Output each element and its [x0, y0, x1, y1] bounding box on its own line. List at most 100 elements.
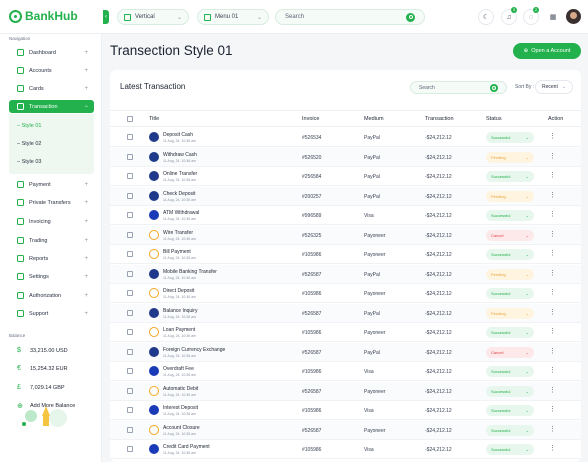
chevron-down-icon: ⌄ [525, 135, 529, 140]
user-avatar[interactable] [566, 9, 581, 24]
more-actions-icon[interactable]: ⋮ [549, 192, 556, 199]
col-action: Action [548, 116, 564, 122]
sort-select[interactable]: Recent ⌄ [535, 80, 573, 94]
status-select[interactable]: Cancel ⌄ [486, 346, 534, 358]
transaction-title: Interest Deposit [163, 405, 199, 411]
row-checkbox[interactable] [127, 212, 133, 218]
top-search-placeholder: Search [285, 14, 305, 20]
row-checkbox[interactable] [127, 387, 133, 394]
more-actions-icon[interactable]: ⋮ [549, 211, 556, 218]
menu-select[interactable]: Menu 01 ⌄ [197, 9, 269, 25]
sidebar-item-cards[interactable]: Cards + [9, 82, 94, 95]
row-checkbox[interactable] [127, 329, 133, 335]
status-select[interactable]: Successful ⌄ [486, 405, 534, 416]
search-button[interactable] [490, 83, 498, 92]
sidebar-collapse-button[interactable]: ‹ [103, 10, 109, 24]
transaction-amount: -$24,212.12 [425, 135, 452, 141]
sidebar-item-support[interactable]: Support + [9, 307, 94, 320]
euro-icon: € [17, 365, 21, 372]
row-checkbox[interactable] [127, 368, 133, 374]
status-select[interactable]: Pending ⌄ [486, 268, 534, 280]
status-select[interactable]: Successful ⌄ [486, 366, 534, 377]
more-actions-icon[interactable]: ⋮ [549, 426, 556, 433]
more-actions-icon[interactable]: ⋮ [549, 250, 556, 257]
status-select[interactable]: Successful ⌄ [486, 327, 534, 338]
more-actions-icon[interactable]: ⋮ [549, 309, 556, 316]
row-checkbox[interactable] [127, 231, 133, 238]
status-value: Pending [491, 310, 506, 316]
status-select[interactable]: Successful ⌄ [486, 424, 534, 436]
sidebar-item-dashboard[interactable]: Dashboard + [9, 46, 94, 59]
more-actions-icon[interactable]: ⋮ [549, 406, 556, 413]
status-select[interactable]: Successful ⌄ [486, 249, 534, 260]
sidebar-item-settings[interactable]: Settings + [9, 270, 94, 283]
invoice-number: #105986 [302, 369, 322, 375]
status-select[interactable]: Cancel ⌄ [486, 229, 534, 241]
select-all-checkbox[interactable] [127, 116, 133, 122]
status-select[interactable]: Successful ⌄ [486, 385, 534, 397]
more-actions-icon[interactable]: ⋮ [549, 231, 556, 238]
sidebar-item-invoicing[interactable]: Invoicing + [9, 215, 94, 228]
sidebar-item-trading[interactable]: Trading + [9, 234, 94, 247]
more-actions-icon[interactable]: ⋮ [549, 270, 556, 277]
sidebar-item-authorization[interactable]: Authorization + [9, 289, 94, 302]
status-select[interactable]: Pending ⌄ [486, 307, 534, 319]
status-select[interactable]: Pending ⌄ [486, 151, 534, 163]
apps-button[interactable]: ▦ [545, 9, 561, 25]
theme-toggle-button[interactable]: ☾ [478, 9, 494, 25]
more-actions-icon[interactable]: ⋮ [549, 153, 556, 160]
submenu-style-01[interactable]: – Style 01 [17, 123, 41, 129]
more-actions-icon[interactable]: ⋮ [549, 133, 556, 140]
sidebar-item-private-transfers[interactable]: Private Transfers + [9, 196, 94, 209]
messages-badge: 2 [533, 7, 539, 13]
status-select[interactable]: Successful ⌄ [486, 132, 534, 143]
search-button[interactable] [406, 12, 415, 22]
payment-medium: Payoneer [364, 291, 386, 297]
status-select[interactable]: Successful ⌄ [486, 288, 534, 299]
status-select[interactable]: Successful ⌄ [486, 444, 534, 455]
transaction-amount: -$24,212.12 [425, 154, 452, 161]
transaction-search-input[interactable]: Search [410, 81, 507, 94]
more-actions-icon[interactable]: ⋮ [549, 445, 556, 452]
more-actions-icon[interactable]: ⋮ [549, 367, 556, 374]
col-transaction: Transaction [425, 116, 454, 122]
row-checkbox[interactable] [127, 153, 133, 160]
row-checkbox[interactable] [127, 446, 133, 452]
more-actions-icon[interactable]: ⋮ [549, 348, 556, 355]
paypal-icon [149, 151, 159, 162]
row-checkbox[interactable] [127, 290, 133, 296]
row-checkbox[interactable] [127, 309, 133, 316]
row-checkbox[interactable] [127, 407, 133, 413]
table-row: Mobile Banking Transfer 11 Aug, 24. 10:36… [110, 264, 581, 284]
status-select[interactable]: Successful ⌄ [486, 210, 534, 221]
status-select[interactable]: Pending ⌄ [486, 190, 534, 202]
row-checkbox[interactable] [127, 426, 133, 433]
transaction-title: Direct Deposit [163, 288, 195, 294]
notification-button[interactable]: ♫ 3 [501, 7, 517, 25]
messages-button[interactable]: ◌ 2 [523, 7, 539, 25]
row-checkbox[interactable] [127, 173, 133, 179]
table-row: Loan Payment 11 Aug, 24. 10:36 am #105986 P… [110, 323, 581, 342]
open-account-button[interactable]: ⊕ Open a Account [513, 43, 581, 59]
row-checkbox[interactable] [127, 134, 133, 140]
status-select[interactable]: Successful ⌄ [486, 171, 534, 182]
top-search-input[interactable]: Search [275, 9, 425, 25]
sidebar-item-reports[interactable]: Reports + [9, 252, 94, 265]
transaction-date: 11 Aug, 24. 10:36 am [163, 217, 197, 221]
layout-select[interactable]: Vertical ⌄ [117, 9, 189, 25]
sidebar-item-payment[interactable]: Payment + [9, 178, 94, 191]
more-actions-icon[interactable]: ⋮ [549, 172, 556, 179]
row-checkbox[interactable] [127, 348, 133, 355]
more-actions-icon[interactable]: ⋮ [549, 328, 556, 335]
transaction-amount: -$24,212.12 [425, 310, 452, 317]
submenu-style-02[interactable]: – Style 02 [17, 141, 41, 147]
row-checkbox[interactable] [127, 251, 133, 257]
more-actions-icon[interactable]: ⋮ [549, 289, 556, 296]
more-actions-icon[interactable]: ⋮ [549, 387, 556, 394]
row-checkbox[interactable] [127, 192, 133, 199]
submenu-style-03[interactable]: – Style 03 [17, 159, 41, 165]
row-checkbox[interactable] [127, 270, 133, 277]
sidebar-item-transaction[interactable]: Transaction − [9, 100, 94, 113]
logo[interactable]: BankHub [9, 9, 78, 23]
sidebar-item-accounts[interactable]: Accounts + [9, 64, 94, 77]
